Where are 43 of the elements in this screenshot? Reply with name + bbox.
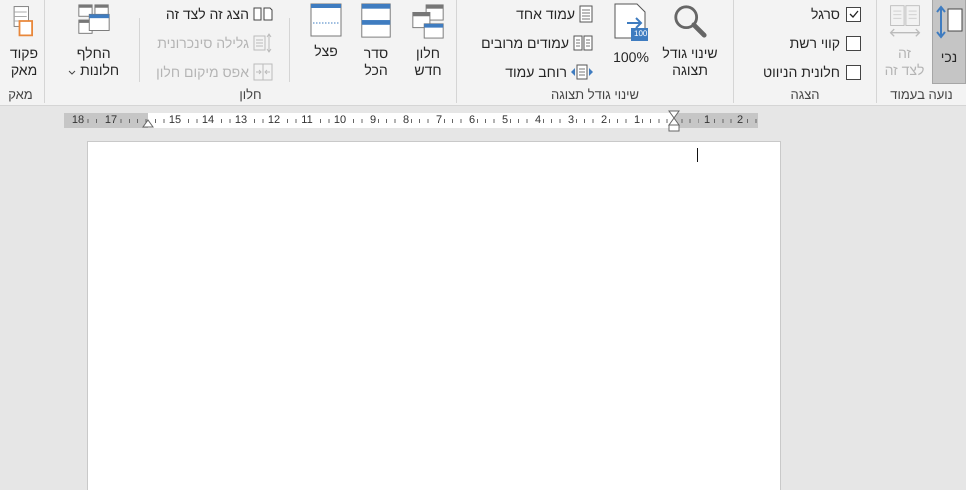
- new-window-icon: [410, 3, 446, 39]
- group-label: חלון: [238, 88, 263, 102]
- checkbox[interactable]: סרגל: [762, 1, 861, 27]
- ribbon-small-button[interactable]: עמודים מרובים: [481, 30, 593, 56]
- ribbon-small-button[interactable]: רוחב עמוד: [481, 59, 593, 85]
- chevron-down-icon: [68, 70, 76, 75]
- right-indent-marker[interactable]: [668, 110, 680, 132]
- checkbox-box[interactable]: [846, 6, 861, 22]
- synchronous-scroll-icon: [253, 33, 273, 53]
- reset-window-position-icon: [253, 63, 273, 81]
- two-pages-icon: [253, 6, 273, 22]
- zoom-100-button[interactable]: 100 100%: [609, 0, 653, 80]
- multiple-pages-icon: [573, 35, 593, 51]
- ribbon-button[interactable]: שינוי גודל תצוגה: [657, 0, 723, 80]
- group-label: שינוי גודל תצוגה: [550, 88, 640, 102]
- zoom-badge: 100: [633, 29, 648, 39]
- text-cursor: [697, 148, 698, 162]
- page-zoom-icon: [613, 3, 649, 43]
- macro-icon: [13, 3, 35, 39]
- ribbon-button[interactable]: פקוד מאק: [4, 0, 44, 80]
- left-indent-marker[interactable]: [142, 119, 154, 128]
- checkbox-box[interactable]: [846, 36, 861, 50]
- page-width-icon: [571, 64, 593, 80]
- checkbox-label: סרגל: [810, 6, 840, 22]
- checkmark-icon: [848, 10, 858, 18]
- ribbon-button[interactable]: חלון חדש: [406, 0, 450, 80]
- checkbox[interactable]: קווי רשת: [762, 30, 861, 56]
- group-label: מאק: [7, 88, 34, 102]
- ribbon-button[interactable]: נכי: [932, 0, 966, 84]
- arrange-all-icon: [360, 3, 392, 39]
- checkbox-label: חלונית הניווט: [762, 64, 840, 80]
- ribbon-small-button[interactable]: הצג זה לצד זה: [156, 1, 273, 27]
- switch-windows-button[interactable]: החלף חלונות: [64, 0, 124, 80]
- ribbon-small-button[interactable]: עמוד אחד: [481, 1, 593, 27]
- ribbon-button[interactable]: סדר הכל: [356, 0, 396, 80]
- checkbox-box[interactable]: [846, 64, 861, 80]
- split-window-icon: [310, 3, 342, 37]
- checkbox-label: קווי רשת: [790, 35, 840, 51]
- single-page-icon: [579, 5, 593, 23]
- ribbon-button[interactable]: פצל: [306, 0, 346, 80]
- checkbox[interactable]: חלונית הניווט: [762, 59, 861, 85]
- group-label: הצגה: [789, 88, 821, 102]
- group-label: נועה בעמוד: [889, 88, 954, 102]
